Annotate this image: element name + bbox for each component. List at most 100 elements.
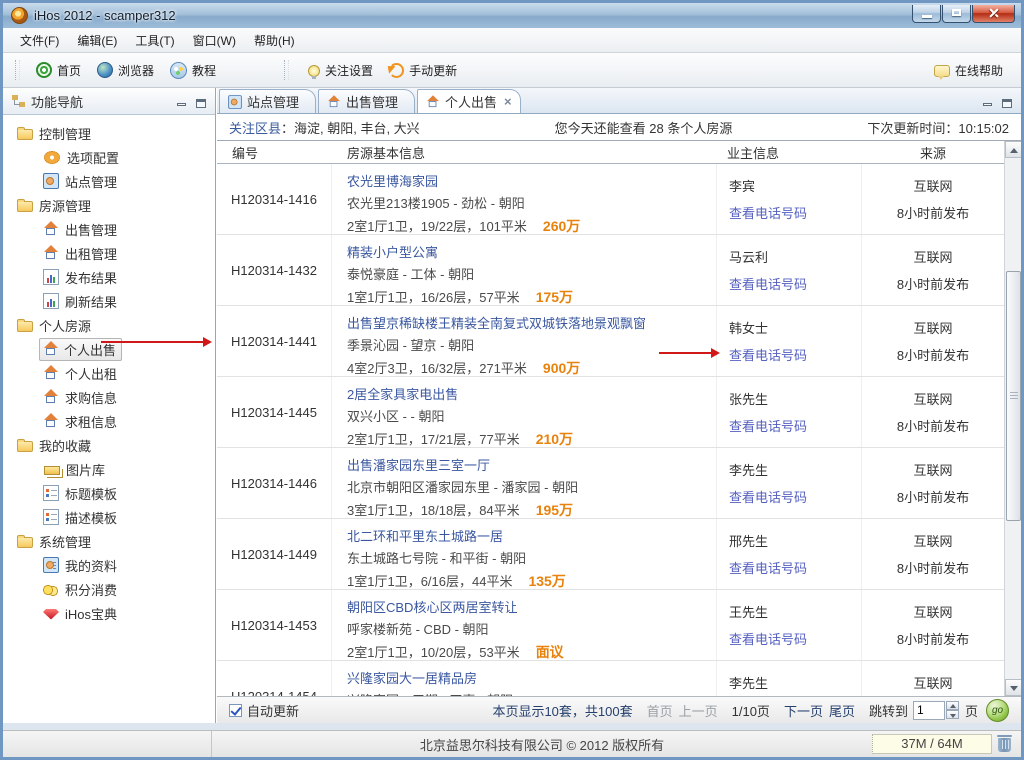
menu-help[interactable]: 帮助(H) <box>245 29 304 52</box>
view-phone-link[interactable]: 查看电话号码 <box>729 203 861 222</box>
folder-icon <box>17 199 33 212</box>
spinner-up-icon[interactable] <box>945 701 959 710</box>
close-tab-icon[interactable]: × <box>504 95 512 108</box>
page-indicator: 1/10页 <box>731 703 770 719</box>
browser-button[interactable]: 浏览器 <box>89 58 162 83</box>
spinner-down-icon[interactable] <box>945 710 959 719</box>
view-phone-link[interactable]: 查看电话号码 <box>729 487 861 506</box>
table-row[interactable]: H120314-1453 朝阳区CBD核心区两居室转让 呼家楼新苑 - CBD - … <box>217 590 1004 661</box>
folder-icon <box>17 319 33 332</box>
listing-title-link[interactable]: 朝阳区CBD核心区两居室转让 <box>347 597 708 616</box>
menu-tools[interactable]: 工具(T) <box>126 29 183 52</box>
listing-price: 面议 <box>535 644 564 660</box>
sidebar-item-buy-requests[interactable]: 求购信息 <box>3 385 215 409</box>
table-row[interactable]: H120314-1446 出售潘家园东里三室一厅 北京市朝阳区潘家园东里 - 潘家园… <box>217 448 1004 519</box>
menu-file[interactable]: 文件(F) <box>11 29 68 52</box>
sidebar-group-control-management[interactable]: 控制管理 <box>3 121 215 145</box>
sidebar-item-points-consumption-label: 积分消费 <box>65 582 118 598</box>
vertical-scrollbar[interactable] <box>1004 141 1021 696</box>
jump-to-label: 跳转到 <box>868 703 908 719</box>
maximize-button[interactable] <box>942 4 971 23</box>
listing-address: 北京市朝阳区潘家园东里 - 潘家园 - 朝阳 <box>347 480 579 495</box>
sidebar-item-options-config[interactable]: 选项配置 <box>3 145 215 169</box>
row-id-cell: H120314-1454 <box>217 661 332 696</box>
minimize-button[interactable] <box>912 4 941 23</box>
sidebar-item-points-consumption[interactable]: 积分消费 <box>3 577 215 601</box>
auto-update-checkbox[interactable] <box>229 703 242 717</box>
tutorial-button[interactable]: 教程 <box>162 58 224 83</box>
source-name: 互联网 <box>913 179 953 194</box>
minimize-editor-button[interactable] <box>979 95 995 108</box>
sidebar-item-publish-results[interactable]: 发布结果 <box>3 265 215 289</box>
table-row[interactable]: H120314-1441 出售望京稀缺楼王精装全南复式双城铁落地景观飘窗 季景沁园 … <box>217 306 1004 377</box>
tab-personal-sale[interactable]: 个人出售 × <box>417 89 521 113</box>
scroll-up-button[interactable] <box>1005 141 1021 158</box>
row-info-cell: 朝阳区CBD核心区两居室转让 呼家楼新苑 - CBD - 朝阳 2室1厅1卫，10/… <box>332 590 717 660</box>
sidebar-item-description-templates[interactable]: 描述模板 <box>3 505 215 529</box>
view-phone-link[interactable]: 查看电话号码 <box>729 558 861 577</box>
watch-settings-button[interactable]: 关注设置 <box>297 58 381 83</box>
table-row[interactable]: H120314-1416 农光里博海家园 农光里213楼1905 - 劲松 - 朝阳… <box>217 164 1004 235</box>
column-header-owner: 业主信息 <box>727 145 780 161</box>
source-name: 互联网 <box>913 676 953 691</box>
posted-time: 8小时前发布 <box>896 277 970 292</box>
table-row[interactable]: H120314-1445 2居全家具家电出售 双兴小区 - - 朝阳 2室1厅1卫，1… <box>217 377 1004 448</box>
owner-name: 张先生 <box>729 392 769 407</box>
listing-title-link[interactable]: 出售潘家园东里三室一厅 <box>347 455 708 474</box>
listing-title-link[interactable]: 精装小户型公寓 <box>347 242 708 261</box>
sidebar-group-personal-housing[interactable]: 个人房源 <box>3 313 215 337</box>
sidebar-item-sale-management[interactable]: 出售管理 <box>3 217 215 241</box>
watch-districts-label: 关注区县 <box>229 120 282 136</box>
table-row[interactable]: H120314-1449 北二环和平里东土城路一居 东土城路七号院 - 和平街 - … <box>217 519 1004 590</box>
next-page-link[interactable]: 下一页 <box>784 701 823 720</box>
listing-title-link[interactable]: 农光里博海家园 <box>347 171 708 190</box>
jump-page-input[interactable] <box>912 700 945 720</box>
home-button[interactable]: 首页 <box>28 58 89 83</box>
listing-title-link[interactable]: 兴隆家园大一居精品房 <box>347 668 708 687</box>
listing-detail-text: 1室1厅1卫，16/26层，57平米 <box>347 290 520 305</box>
view-phone-link[interactable]: 查看电话号码 <box>729 345 861 364</box>
sidebar-item-site-management[interactable]: 站点管理 <box>3 169 215 193</box>
sidebar-item-my-profile[interactable]: 我的资料 <box>3 553 215 577</box>
sidebar-item-personal-rent[interactable]: 个人出租 <box>3 361 215 385</box>
scroll-down-button[interactable] <box>1005 679 1021 696</box>
listing-address: 兴隆家园二三期 - 四惠 - 朝阳 <box>347 690 708 696</box>
listing-title-link[interactable]: 北二环和平里东土城路一居 <box>347 526 708 545</box>
maximize-editor-button[interactable] <box>999 95 1015 108</box>
scrollbar-thumb[interactable] <box>1006 271 1021 521</box>
sidebar-group-housing-management[interactable]: 房源管理 <box>3 193 215 217</box>
trash-icon[interactable] <box>997 735 1012 752</box>
maximize-panel-button[interactable] <box>193 95 209 108</box>
sidebar-item-title-templates[interactable]: 标题模板 <box>3 481 215 505</box>
sidebar-item-refresh-results[interactable]: 刷新结果 <box>3 289 215 313</box>
minimize-panel-button[interactable] <box>173 95 189 108</box>
table-row[interactable]: H120314-1432 精装小户型公寓 泰悦豪庭 - 工体 - 朝阳 1室1厅1卫，… <box>217 235 1004 306</box>
status-bar: 北京益思尔科技有限公司 © 2012 版权所有 37M / 64M <box>3 730 1021 757</box>
toolbar-separator <box>15 60 20 80</box>
row-owner-cell: 李宾 查看电话号码 <box>717 164 862 234</box>
go-button[interactable]: go <box>986 698 1009 722</box>
tab-site-management[interactable]: 站点管理 <box>219 89 317 113</box>
last-page-link[interactable]: 尾页 <box>829 701 855 720</box>
sidebar-item-rent-management[interactable]: 出租管理 <box>3 241 215 265</box>
table-row[interactable]: H120314-1454兴隆家园大一居精品房兴隆家园二三期 - 四惠 - 朝阳李… <box>217 661 1004 696</box>
sidebar-item-picture-library[interactable]: 图片库 <box>3 457 215 481</box>
listing-title-link[interactable]: 出售望京稀缺楼王精装全南复式双城铁落地景观飘窗 <box>347 313 708 332</box>
menu-edit[interactable]: 编辑(E) <box>68 29 126 52</box>
sidebar-item-ihos-handbook[interactable]: iHos宝典 <box>3 601 215 625</box>
sidebar-group-my-favorites[interactable]: 我的收藏 <box>3 433 215 457</box>
view-phone-link[interactable]: 查看电话号码 <box>729 629 861 648</box>
desc-template-icon <box>43 509 59 525</box>
manual-update-button[interactable]: 手动更新 <box>381 58 465 83</box>
sidebar-item-rent-requests[interactable]: 求租信息 <box>3 409 215 433</box>
row-id-cell: H120314-1432 <box>217 235 332 305</box>
close-button[interactable] <box>972 4 1015 23</box>
view-phone-link[interactable]: 查看电话号码 <box>729 274 861 293</box>
menu-window[interactable]: 窗口(W) <box>184 29 245 52</box>
listing-title-link[interactable]: 2居全家具家电出售 <box>347 384 708 403</box>
view-phone-link[interactable]: 查看电话号码 <box>729 416 861 435</box>
online-help-button[interactable]: 在线帮助 <box>926 58 1011 83</box>
buy-request-icon <box>43 389 59 405</box>
tab-sale-management[interactable]: 出售管理 <box>318 89 416 113</box>
sidebar-group-system-management[interactable]: 系统管理 <box>3 529 215 553</box>
